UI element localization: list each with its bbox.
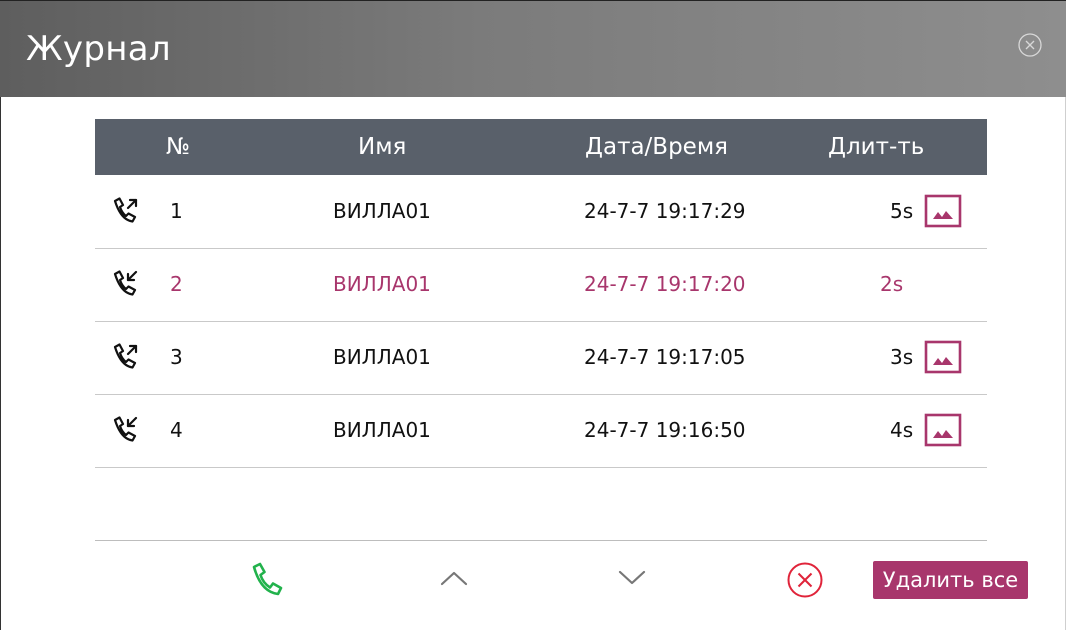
- row-datetime: 24-7-7 19:17:05: [584, 345, 746, 369]
- row-name: ВИЛЛА01: [333, 345, 431, 369]
- chevron-down-icon: [618, 570, 646, 585]
- row-number: 4: [170, 418, 183, 442]
- title-bar: Журнал: [0, 0, 1066, 97]
- toolbar-divider: [95, 540, 987, 541]
- row-duration: 3s: [890, 345, 914, 369]
- close-button[interactable]: [1017, 32, 1043, 58]
- row-number: 1: [170, 199, 183, 223]
- image-icon[interactable]: [924, 340, 962, 374]
- row-datetime: 24-7-7 19:17:29: [584, 199, 746, 223]
- row-name: ВИЛЛА01: [333, 199, 431, 223]
- column-header-number: №: [166, 134, 190, 160]
- table-row[interactable]: 1 ВИЛЛА01 24-7-7 19:17:29 5s: [95, 175, 987, 249]
- image-icon[interactable]: [924, 194, 962, 228]
- scroll-down-button[interactable]: [617, 568, 647, 588]
- call-button[interactable]: [248, 561, 288, 601]
- incoming-call-icon: [113, 270, 138, 296]
- row-name: ВИЛЛА01: [333, 418, 431, 442]
- row-name: ВИЛЛА01: [333, 272, 431, 296]
- phone-icon: [252, 562, 283, 596]
- outgoing-call-icon: [113, 197, 138, 223]
- table-row[interactable]: 3 ВИЛЛА01 24-7-7 19:17:05 3s: [95, 321, 987, 395]
- scroll-up-button[interactable]: [439, 568, 469, 588]
- close-circle-icon: [1018, 33, 1042, 57]
- page-title: Журнал: [26, 29, 171, 69]
- row-number: 3: [170, 345, 183, 369]
- column-header-name: Имя: [358, 134, 407, 160]
- row-duration: 4s: [890, 418, 914, 442]
- outgoing-call-icon: [113, 343, 138, 369]
- delete-button[interactable]: [786, 561, 824, 599]
- image-icon[interactable]: [924, 413, 962, 447]
- row-datetime: 24-7-7 19:16:50: [584, 418, 746, 442]
- row-duration: 2s: [880, 272, 904, 296]
- chevron-up-icon: [440, 571, 468, 586]
- column-header-duration: Длит-ть: [828, 134, 925, 160]
- table-row-selected[interactable]: 2 ВИЛЛА01 24-7-7 19:17:20 2s: [95, 248, 987, 322]
- table-header: № Имя Дата/Время Длит-ть: [95, 119, 987, 175]
- table-row[interactable]: 4 ВИЛЛА01 24-7-7 19:16:50 4s: [95, 394, 987, 468]
- delete-all-button[interactable]: Удалить все: [873, 561, 1028, 599]
- column-header-datetime: Дата/Время: [585, 134, 729, 160]
- row-number: 2: [170, 272, 183, 296]
- delete-circle-icon: [787, 562, 823, 598]
- incoming-call-icon: [113, 416, 138, 442]
- row-datetime: 24-7-7 19:17:20: [584, 272, 746, 296]
- row-duration: 5s: [890, 199, 914, 223]
